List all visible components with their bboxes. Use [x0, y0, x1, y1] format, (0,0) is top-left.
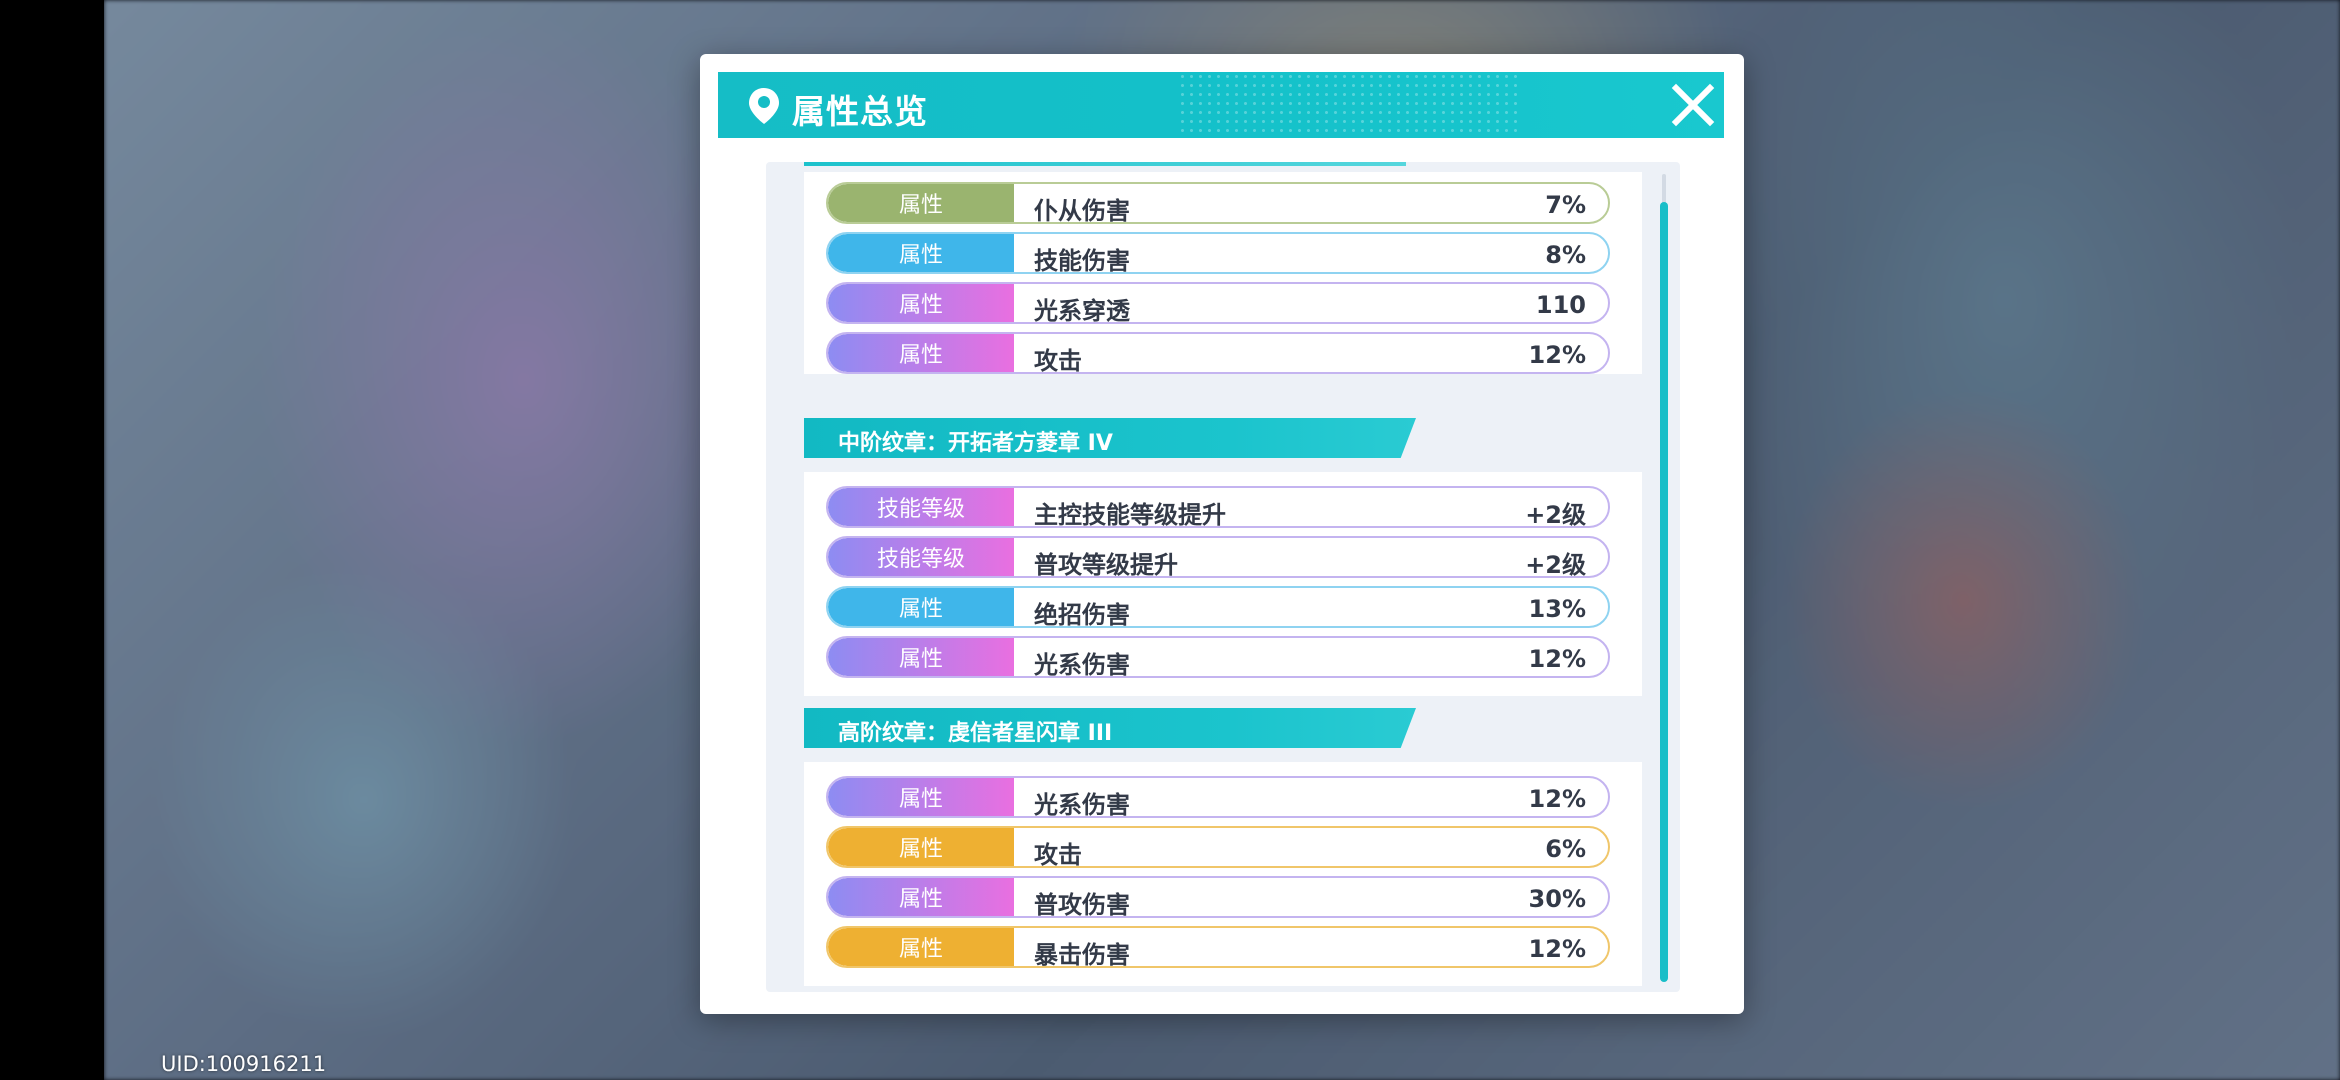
- attribute-value: 13%: [1528, 595, 1586, 623]
- attribute-row: 技能等级 普攻等级提升 +2级: [826, 536, 1610, 578]
- attribute-value: 12%: [1528, 785, 1586, 813]
- attribute-row: 属性 普攻伤害 30%: [826, 876, 1610, 918]
- attribute-value: 12%: [1528, 935, 1586, 963]
- section-title: 高阶纹章：虔信者星闪章 III: [838, 721, 1113, 746]
- attribute-value: 6%: [1545, 835, 1586, 863]
- attribute-value: 110: [1535, 291, 1586, 319]
- attribute-type-tag: 属性: [828, 638, 1014, 676]
- attribute-row: 属性 绝招伤害 13%: [826, 586, 1610, 628]
- attribute-name: 普攻伤害: [1034, 891, 1130, 918]
- attribute-row: 属性 攻击 6%: [826, 826, 1610, 868]
- attribute-type-tag: 属性: [828, 778, 1014, 816]
- section-title: 中阶纹章：开拓者方菱章 IV: [838, 431, 1113, 456]
- attribute-value: +2级: [1525, 501, 1586, 528]
- attribute-row: 属性 暴击伤害 12%: [826, 926, 1610, 968]
- attribute-name: 攻击: [1034, 347, 1082, 374]
- attribute-name: 光系穿透: [1034, 297, 1130, 324]
- attribute-type-tag: 属性: [828, 928, 1014, 966]
- attribute-type-tag: 技能等级: [828, 488, 1014, 526]
- attribute-row: 属性 技能伤害 8%: [826, 232, 1610, 274]
- close-icon[interactable]: [1668, 80, 1718, 130]
- uid-label: UID:100916211: [161, 1052, 327, 1076]
- attribute-name: 技能伤害: [1034, 247, 1130, 274]
- left-black-bar: [0, 0, 104, 1080]
- attribute-value: 12%: [1528, 341, 1586, 369]
- attribute-name: 光系伤害: [1034, 651, 1130, 678]
- attribute-row: 属性 光系伤害 12%: [826, 636, 1610, 678]
- attribute-row: 属性 光系伤害 12%: [826, 776, 1610, 818]
- attribute-type-tag: 属性: [828, 234, 1014, 272]
- game-screen: UID:100916211 属性总览 属性 仆从伤害 7% 属性 技能伤害 8% 属性 光系穿…: [0, 0, 2340, 1080]
- attribute-row: 技能等级 主控技能等级提升 +2级: [826, 486, 1610, 528]
- attribute-name: 攻击: [1034, 841, 1082, 868]
- attribute-name: 绝招伤害: [1034, 601, 1130, 628]
- attribute-name: 光系伤害: [1034, 791, 1130, 818]
- attribute-value: 30%: [1528, 885, 1586, 913]
- section-header: 高阶纹章：虔信者星闪章 III: [804, 708, 1416, 748]
- attribute-name: 主控技能等级提升: [1034, 501, 1226, 528]
- attribute-name: 仆从伤害: [1034, 197, 1130, 224]
- attribute-row: 属性 攻击 12%: [826, 332, 1610, 374]
- header-dot-pattern: [1178, 72, 1518, 138]
- attribute-name: 暴击伤害: [1034, 941, 1130, 968]
- attribute-type-tag: 属性: [828, 184, 1014, 222]
- attribute-type-tag: 属性: [828, 334, 1014, 372]
- attribute-type-tag: 属性: [828, 284, 1014, 322]
- attribute-row: 属性 仆从伤害 7%: [826, 182, 1610, 224]
- attribute-value: +2级: [1525, 551, 1586, 578]
- attribute-type-tag: 属性: [828, 588, 1014, 626]
- attribute-value: 12%: [1528, 645, 1586, 673]
- dialog-header: 属性总览: [718, 72, 1724, 138]
- attribute-name: 普攻等级提升: [1034, 551, 1178, 578]
- attribute-overview-dialog: 属性总览 属性 仆从伤害 7% 属性 技能伤害 8% 属性 光系穿透 110 属性 攻击 12% 中阶纹…: [700, 54, 1744, 1014]
- scrollbar-thumb[interactable]: [1660, 202, 1668, 982]
- attribute-card: 属性 仆从伤害 7% 属性 技能伤害 8% 属性 光系穿透 110 属性 攻击 12%: [804, 172, 1642, 374]
- previous-section-edge: [804, 162, 1406, 166]
- attribute-type-tag: 属性: [828, 828, 1014, 866]
- attribute-type-tag: 技能等级: [828, 538, 1014, 576]
- attribute-value: 7%: [1545, 191, 1586, 219]
- attribute-scroll-list[interactable]: 属性 仆从伤害 7% 属性 技能伤害 8% 属性 光系穿透 110 属性 攻击 12% 中阶纹章：开拓者…: [766, 162, 1680, 992]
- attribute-card: 属性 光系伤害 12% 属性 攻击 6% 属性 普攻伤害 30% 属性 暴击伤害 12%: [804, 762, 1642, 986]
- location-pin-icon: [749, 88, 779, 124]
- attribute-card: 技能等级 主控技能等级提升 +2级 技能等级 普攻等级提升 +2级 属性 绝招伤害 13% 属性光…: [804, 472, 1642, 696]
- attribute-value: 8%: [1545, 241, 1586, 269]
- dialog-title: 属性总览: [792, 92, 928, 131]
- attribute-row: 属性 光系穿透 110: [826, 282, 1610, 324]
- attribute-type-tag: 属性: [828, 878, 1014, 916]
- section-header: 中阶纹章：开拓者方菱章 IV: [804, 418, 1416, 458]
